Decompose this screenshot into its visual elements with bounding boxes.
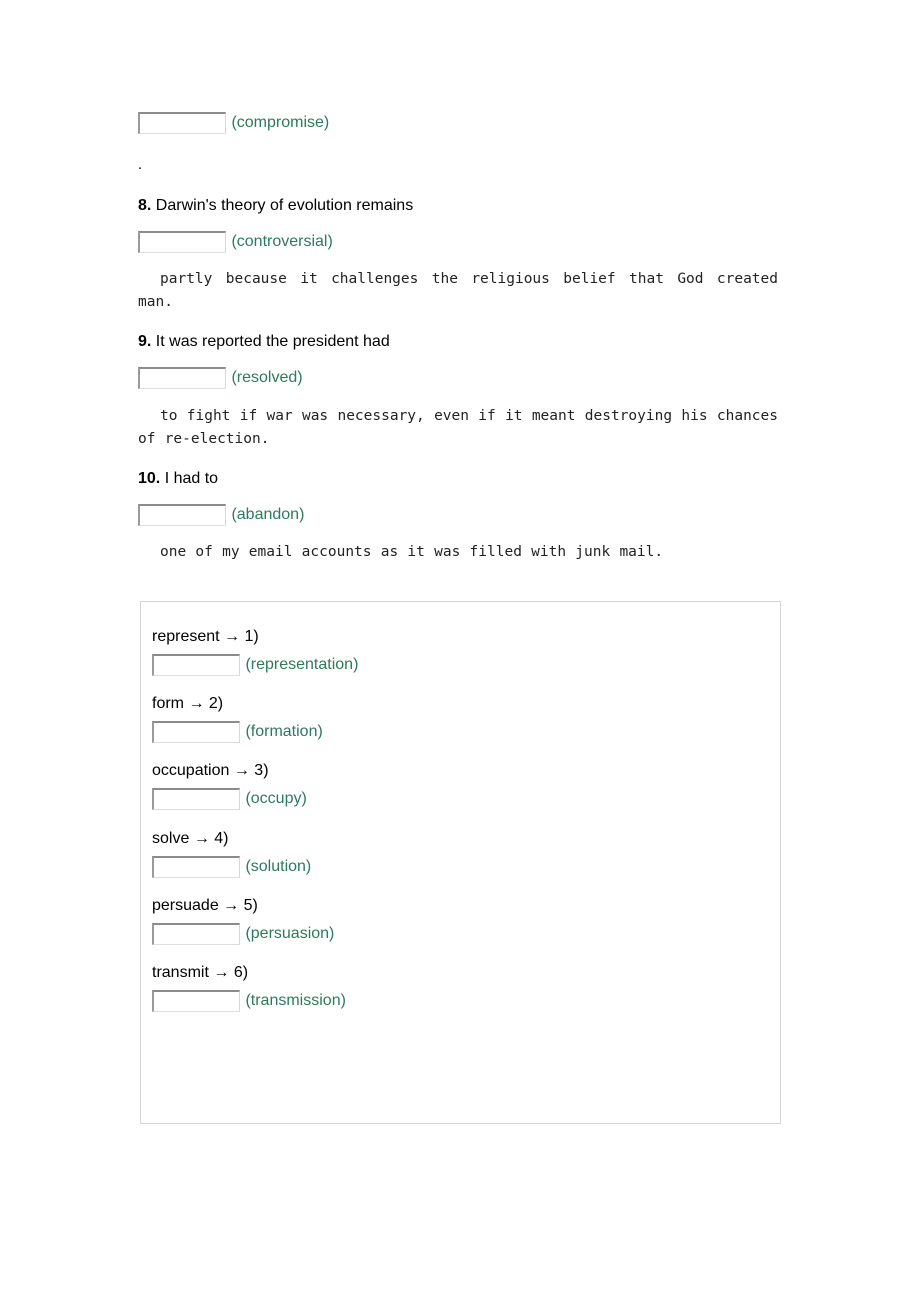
sentence-9: to fight if war was necessary, even if i… [138, 407, 778, 447]
answer-row-representation: (representation) [152, 654, 780, 676]
arrow-right-icon: → [224, 628, 241, 645]
pair-index-6: 6) [233, 964, 249, 982]
question-prompt-10: I had to [164, 469, 219, 487]
list-item: represent → 1) (representation) [152, 626, 780, 676]
source-word-1: represent [152, 628, 220, 645]
word-pair-label-6: transmit → 6) [152, 962, 780, 983]
answer-row-persuasion: (persuasion) [152, 922, 780, 945]
answer-row-compromise: (compromise) [138, 112, 788, 134]
hint-occupy: (occupy) [245, 790, 307, 808]
hint-representation: (representation) [245, 656, 359, 673]
question-heading-9: 9. It was reported the president had [138, 332, 788, 352]
pair-index-3: 3) [254, 762, 269, 780]
answer-input-solution[interactable] [152, 855, 240, 878]
arrow-right-icon: → [213, 964, 230, 982]
answer-row-occupy: (occupy) [152, 788, 780, 811]
pair-index-5: 5) [243, 896, 258, 914]
answer-input-abandon[interactable] [138, 503, 226, 526]
word-pair-label-2: form → 2) [152, 693, 780, 714]
trailing-period: . [138, 156, 143, 174]
arrow-right-icon: → [233, 762, 250, 780]
answer-row-formation: (formation) [152, 721, 780, 744]
pair-index-1: 1) [244, 628, 259, 645]
arrow-right-icon: → [223, 896, 240, 914]
hint-controversial: (controversial) [231, 233, 333, 251]
pair-index-4: 4) [214, 829, 229, 847]
hint-resolved: (resolved) [231, 369, 303, 387]
answer-row-controversial: (controversial) [138, 231, 788, 254]
pair-index-2: 2) [208, 695, 224, 713]
answer-input-representation[interactable] [152, 654, 240, 676]
hint-abandon: (abandon) [231, 505, 305, 523]
question-heading-10: 10. I had to [138, 469, 788, 489]
hint-solution: (solution) [245, 857, 312, 875]
answer-input-persuasion[interactable] [152, 922, 240, 945]
arrow-right-icon: → [188, 695, 205, 713]
question-prompt-9: It was reported the president had [155, 333, 390, 351]
sentence-10: one of my email accounts as it was fille… [160, 543, 664, 560]
source-word-4: solve [152, 829, 190, 847]
word-form-panel: represent → 1) (representation) form → 2… [140, 601, 781, 1124]
arrow-right-icon: → [193, 829, 210, 847]
list-item: occupation → 3) (occupy) [152, 760, 780, 811]
source-word-2: form [152, 695, 184, 713]
answer-input-resolved[interactable] [138, 367, 226, 390]
answer-row-abandon: (abandon) [138, 503, 788, 526]
question-number-10: 10. [138, 469, 161, 487]
hint-transmission: (transmission) [245, 992, 346, 1010]
question-number-9: 9. [138, 333, 152, 351]
question-heading-8: 8. Darwin's theory of evolution remains [138, 196, 788, 216]
answer-input-formation[interactable] [152, 721, 240, 744]
source-word-5: persuade [152, 896, 219, 914]
hint-formation: (formation) [245, 723, 323, 741]
word-pair-label-5: persuade → 5) [152, 895, 780, 916]
answer-row-solution: (solution) [152, 855, 780, 878]
question-number-8: 8. [138, 197, 152, 215]
word-pair-label-3: occupation → 3) [152, 760, 780, 781]
list-item: solve → 4) (solution) [152, 828, 780, 878]
list-item: form → 2) (formation) [152, 693, 780, 744]
worksheet-content: (compromise) . 8. Darwin's theory of evo… [138, 112, 788, 564]
word-form-list: represent → 1) (representation) form → 2… [141, 602, 780, 1013]
answer-input-controversial[interactable] [138, 231, 226, 254]
worksheet-page: (compromise) . 8. Darwin's theory of evo… [0, 0, 920, 1302]
word-pair-label-1: represent → 1) [152, 626, 780, 647]
answer-row-resolved: (resolved) [138, 367, 788, 390]
word-pair-label-4: solve → 4) [152, 828, 780, 849]
list-item: transmit → 6) (transmission) [152, 962, 780, 1013]
sentence-8: partly because it challenges the religio… [138, 271, 778, 311]
hint-compromise: (compromise) [231, 114, 330, 131]
source-word-3: occupation [152, 762, 230, 780]
hint-persuasion: (persuasion) [245, 924, 335, 942]
answer-input-transmission[interactable] [152, 990, 240, 1013]
answer-row-transmission: (transmission) [152, 990, 780, 1013]
answer-input-occupy[interactable] [152, 788, 240, 811]
question-prompt-8: Darwin's theory of evolution remains [155, 197, 414, 215]
list-item: persuade → 5) (persuasion) [152, 895, 780, 945]
answer-input-compromise[interactable] [138, 112, 226, 134]
source-word-6: transmit [152, 964, 209, 982]
